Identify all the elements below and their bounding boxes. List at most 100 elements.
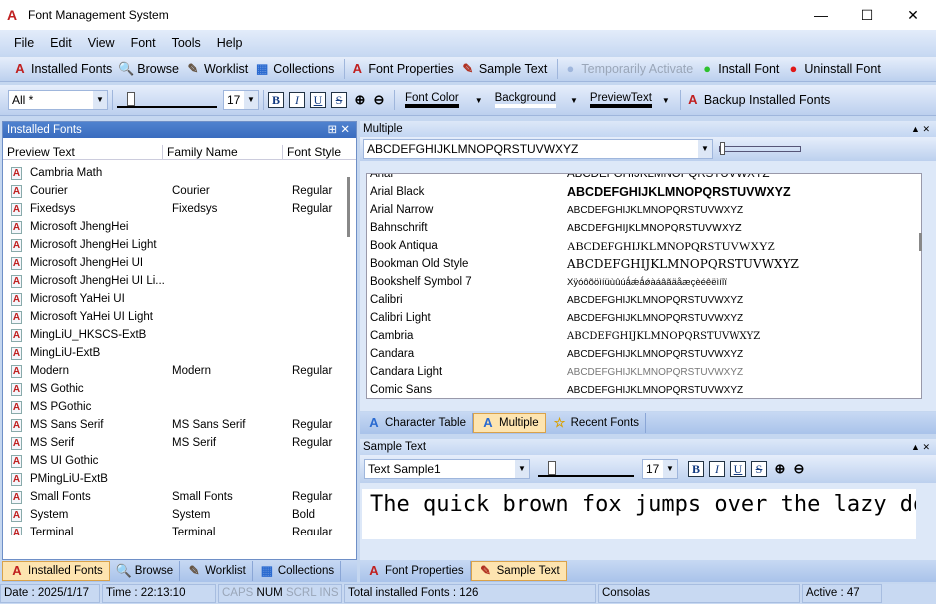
- menu-font[interactable]: Font: [131, 36, 156, 50]
- tab-collections[interactable]: ▦ Collections: [253, 561, 342, 581]
- menu-edit[interactable]: Edit: [50, 36, 72, 50]
- list-item[interactable]: Bookshelf Symbol 7 Xÿóôõöìíüùûúǻǽǻǿàáâãäå…: [367, 273, 921, 291]
- preview-text-input[interactable]: ABCDEFGHIJKLMNOPQRSTUVWXYZ ▼: [363, 139, 713, 159]
- column-header[interactable]: Family Name: [163, 145, 283, 159]
- list-item[interactable]: Book Antiqua ABCDEFGHIJKLMNOPQRSTUVWXYZ: [367, 237, 921, 255]
- size-select[interactable]: 17 ▼: [223, 90, 259, 110]
- menu-help[interactable]: Help: [217, 36, 243, 50]
- slider-thumb[interactable]: [127, 92, 135, 106]
- tab-installed-fonts[interactable]: A Installed Fonts: [2, 561, 110, 581]
- minimize-button[interactable]: —: [798, 0, 844, 30]
- menu-tools[interactable]: Tools: [172, 36, 201, 50]
- table-row[interactable]: A Microsoft JhengHei: [3, 218, 356, 236]
- size-select[interactable]: 17 ▼: [642, 459, 678, 479]
- tab-worklist[interactable]: ✎ Worklist: [180, 561, 253, 581]
- table-row[interactable]: A PMingLiU-ExtB: [3, 470, 356, 488]
- size-slider[interactable]: [538, 461, 634, 477]
- chevron-down-icon[interactable]: ▼: [662, 96, 670, 105]
- tab-character-table[interactable]: A Character Table: [360, 413, 473, 433]
- table-row[interactable]: A Microsoft JhengHei Light: [3, 236, 356, 254]
- table-row[interactable]: A System System Bold: [3, 506, 356, 524]
- table-row[interactable]: A Fixedsys Fixedsys Regular: [3, 200, 356, 218]
- tab-font-properties[interactable]: A Font Properties: [360, 561, 471, 581]
- tab-multiple[interactable]: A Multiple: [472, 413, 546, 433]
- font-color-picker[interactable]: Font Color: [405, 92, 459, 108]
- column-header[interactable]: Preview Text: [3, 145, 163, 159]
- zoom-out-icon[interactable]: ⊖: [791, 461, 807, 477]
- strikeout-button[interactable]: S: [751, 461, 767, 477]
- italic-button[interactable]: I: [709, 461, 725, 477]
- list-item[interactable]: Arial ABCDEFGHIJKLMNOPQRSTUVWXYZ: [367, 174, 921, 183]
- pin-close-icons[interactable]: ⊞ ✕: [328, 122, 350, 138]
- table-row[interactable]: A MS Serif MS Serif Regular: [3, 434, 356, 452]
- list-item[interactable]: Candara ABCDEFGHIJKLMNOPQRSTUVWXYZ: [367, 345, 921, 363]
- table-row[interactable]: A Cambria Math: [3, 164, 356, 182]
- table-row[interactable]: A MS Sans Serif MS Sans Serif Regular: [3, 416, 356, 434]
- close-button[interactable]: ✕: [890, 0, 936, 30]
- zoom-in-icon[interactable]: ⊕: [772, 461, 788, 477]
- menu-view[interactable]: View: [88, 36, 115, 50]
- tab-sample-text[interactable]: ✎ Sample Text: [470, 561, 567, 581]
- sample-text-area[interactable]: The quick brown fox jumps over the lazy …: [362, 489, 916, 539]
- maximize-button[interactable]: ☐: [844, 0, 890, 30]
- list-item[interactable]: Candara Light ABCDEFGHIJKLMNOPQRSTUVWXYZ: [367, 363, 921, 381]
- list-item[interactable]: Bookman Old Style ABCDEFGHIJKLMNOPQRSTUVW…: [367, 255, 921, 273]
- toolbar-install-font-button[interactable]: ● Install Font: [699, 61, 779, 77]
- bold-button[interactable]: B: [688, 461, 704, 477]
- table-row[interactable]: A Microsoft JhengHei UI: [3, 254, 356, 272]
- backup-button[interactable]: Backup Installed Fonts: [704, 93, 830, 107]
- bold-button[interactable]: B: [268, 92, 284, 108]
- list-item[interactable]: Arial Narrow ABCDEFGHIJKLMNOPQRSTUVWXYZ: [367, 201, 921, 219]
- toolbar-installed-fonts-button[interactable]: A Installed Fonts: [12, 61, 112, 77]
- menu-file[interactable]: File: [14, 36, 34, 50]
- toolbar-temporarily-activate-button[interactable]: ● Temporarily Activate: [562, 61, 693, 77]
- panel-controls[interactable]: ▲ ✕: [911, 121, 930, 137]
- chevron-down-icon[interactable]: ▼: [475, 96, 483, 105]
- underline-button[interactable]: U: [310, 92, 326, 108]
- toolbar-browse-button[interactable]: 🔍 Browse: [118, 61, 179, 77]
- font-preview-name: MS Sans Serif: [30, 419, 104, 431]
- table-row[interactable]: A Modern Modern Regular: [3, 362, 356, 380]
- italic-button[interactable]: I: [289, 92, 305, 108]
- toolbar-collections-button[interactable]: ▦ Collections: [254, 61, 334, 77]
- background-color-picker[interactable]: Background: [494, 92, 556, 108]
- size-slider[interactable]: [719, 142, 801, 155]
- list-item[interactable]: Calibri ABCDEFGHIJKLMNOPQRSTUVWXYZ: [367, 291, 921, 309]
- toolbar-sample-text-button[interactable]: ✎ Sample Text: [460, 61, 547, 77]
- scrollbar[interactable]: [347, 177, 350, 237]
- toolbar-font-properties-button[interactable]: A Font Properties: [349, 61, 454, 77]
- panel-controls[interactable]: ▲ ✕: [911, 439, 930, 455]
- scrollbar[interactable]: [919, 233, 922, 251]
- column-header[interactable]: Font Style: [283, 145, 341, 159]
- table-row[interactable]: A Small Fonts Small Fonts Regular: [3, 488, 356, 506]
- tab-browse[interactable]: 🔍 Browse: [110, 561, 181, 581]
- table-row[interactable]: A MingLiU_HKSCS-ExtB: [3, 326, 356, 344]
- table-row[interactable]: A Terminal Terminal Regular: [3, 524, 356, 535]
- list-item[interactable]: Calibri Light ABCDEFGHIJKLMNOPQRSTUVWXYZ: [367, 309, 921, 327]
- preview-text-picker[interactable]: PreviewText: [589, 92, 652, 108]
- table-row[interactable]: A MS UI Gothic: [3, 452, 356, 470]
- table-row[interactable]: A MingLiU-ExtB: [3, 344, 356, 362]
- font-preview-name: MS UI Gothic: [30, 455, 99, 467]
- list-item[interactable]: Bahnschrift ABCDEFGHIJKLMNOPQRSTUVWXYZ: [367, 219, 921, 237]
- tab-recent-fonts[interactable]: ☆ Recent Fonts: [546, 413, 647, 433]
- zoom-in-icon[interactable]: ⊕: [352, 92, 368, 108]
- table-row[interactable]: A MS PGothic: [3, 398, 356, 416]
- table-row[interactable]: A Microsoft JhengHei UI Li...: [3, 272, 356, 290]
- sample-select[interactable]: Text Sample1 ▼: [364, 459, 530, 479]
- list-item[interactable]: Arial Black ABCDEFGHIJKLMNOPQRSTUVWXYZ: [367, 183, 921, 201]
- chevron-down-icon[interactable]: ▼: [570, 96, 578, 105]
- table-row[interactable]: A MS Gothic: [3, 380, 356, 398]
- zoom-out-icon[interactable]: ⊖: [371, 92, 387, 108]
- strikeout-button[interactable]: S: [331, 92, 347, 108]
- size-slider[interactable]: [117, 92, 217, 108]
- table-row[interactable]: A Courier Courier Regular: [3, 182, 356, 200]
- toolbar-worklist-button[interactable]: ✎ Worklist: [185, 61, 249, 77]
- list-item[interactable]: Cambria ABCDEFGHIJKLMNOPQRSTUVWXYZ: [367, 327, 921, 345]
- filter-select[interactable]: All * ▼: [8, 90, 108, 110]
- underline-button[interactable]: U: [730, 461, 746, 477]
- list-item[interactable]: Comic Sans ABCDEFGHIJKLMNOPQRSTUVWXYZ: [367, 381, 921, 398]
- toolbar-uninstall-font-button[interactable]: ● Uninstall Font: [785, 61, 880, 77]
- table-row[interactable]: A Microsoft YaHei UI: [3, 290, 356, 308]
- table-row[interactable]: A Microsoft YaHei UI Light: [3, 308, 356, 326]
